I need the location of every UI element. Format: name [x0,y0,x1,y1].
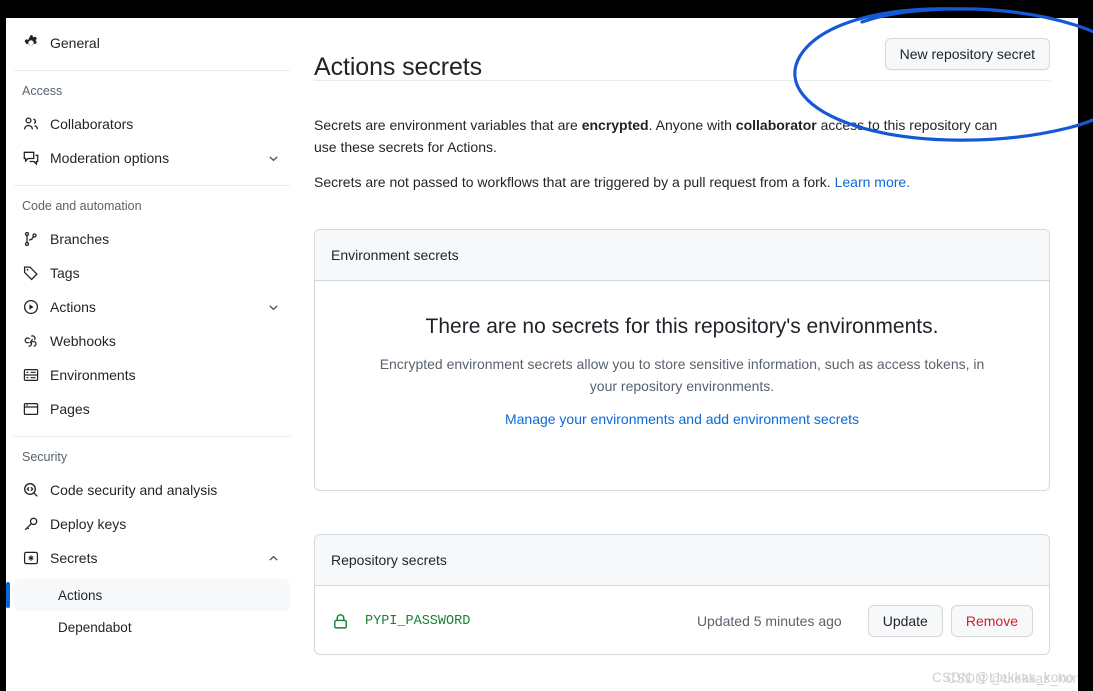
people-icon [22,116,39,133]
learn-more-link[interactable]: Learn more. [835,174,910,190]
update-secret-button[interactable]: Update [867,605,943,637]
lock-icon [331,612,349,630]
sidebar-subitem-label: Actions [58,587,103,603]
sidebar-item-general[interactable]: General [14,26,290,60]
sidebar-item-label: General [50,35,100,51]
comment-discussion-icon [22,150,39,167]
sidebar-item-pages[interactable]: Pages [14,392,290,426]
chevron-down-icon[interactable] [266,151,280,165]
chevron-down-icon[interactable] [266,300,280,314]
sidebar-item-moderation-options[interactable]: Moderation options [14,141,290,175]
watermark-text-back: CSDN @Liekkas_kono [946,671,1078,686]
sidebar-item-webhooks[interactable]: Webhooks [14,324,290,358]
sidebar-item-label: Environments [50,367,136,383]
remove-secret-button[interactable]: Remove [950,605,1033,637]
sidebar-group-title-access: Access [22,84,63,98]
page-canvas: General Access Collaborators Moderation … [6,18,1078,691]
sidebar-item-actions[interactable]: Actions [14,290,290,324]
intro-1-c: . Anyone with [648,117,736,133]
intro-1-encrypted: encrypted [581,117,649,133]
repository-secrets-card: Repository secrets PYPI_PASSWORD Updated… [314,534,1050,655]
repository-secrets-card-header: Repository secrets [315,535,1049,586]
watermark: CSDN @Liekkas_kono CSDN @Liekkas_kono [932,670,1078,686]
new-repository-secret-button[interactable]: New repository secret [884,38,1050,70]
sidebar-divider [14,185,290,186]
environment-secrets-blankslate: There are no secrets for this repository… [315,281,1049,459]
sidebar-item-label: Deploy keys [50,516,127,532]
environment-secrets-card-header: Environment secrets [315,230,1049,281]
table-row: PYPI_PASSWORD Updated 5 minutes ago Upda… [315,586,1049,654]
secret-name: PYPI_PASSWORD [365,613,471,629]
main-content: Actions secrets New repository secret Se… [314,18,1050,691]
blankslate-title: There are no secrets for this repository… [425,315,939,338]
intro-paragraph-2: Secrets are not passed to workflows that… [314,171,1050,193]
sidebar-subitem-label: Dependabot [58,619,132,635]
sidebar-item-secrets[interactable]: Secrets [14,541,290,575]
sidebar-group-title-code-and-automation: Code and automation [22,199,142,213]
sidebar-item-label: Tags [50,265,80,281]
intro-1-collaborator: collaborator [735,117,817,133]
secret-updated-timestamp: Updated 5 minutes ago [696,613,842,629]
sidebar-subitem-actions[interactable]: Actions [6,579,290,611]
asterisk-box-icon [22,550,39,567]
sidebar-item-label: Code security and analysis [50,482,218,498]
intro-2-a: Secrets are not passed to workflows that… [314,174,835,190]
sidebar-item-label: Secrets [50,550,98,566]
codescan-icon [22,482,39,499]
sidebar-item-label: Webhooks [50,333,116,349]
sidebar-item-branches[interactable]: Branches [14,222,290,256]
sidebar-item-collaborators[interactable]: Collaborators [14,107,290,141]
manage-environments-link[interactable]: Manage your environments and add environ… [505,411,859,427]
sidebar-divider [14,436,290,437]
settings-sidebar: General Access Collaborators Moderation … [6,18,298,691]
gear-icon [22,35,39,52]
sidebar-subitem-dependabot[interactable]: Dependabot [14,611,290,643]
play-icon [22,299,39,316]
intro-1-a: Secrets are environment variables that a… [314,117,582,133]
intro-paragraph-1: Secrets are environment variables that a… [314,114,1020,158]
sidebar-item-label: Branches [50,231,110,247]
key-icon [22,516,39,533]
sidebar-item-label: Actions [50,299,96,315]
blankslate-description: Encrypted environment secrets allow you … [379,356,985,394]
page-title: Actions secrets [314,52,483,81]
page-header: Actions secrets New repository secret [314,18,1050,81]
sidebar-item-environments[interactable]: Environments [14,358,290,392]
environment-secrets-card: Environment secrets There are no secrets… [314,229,1050,491]
sidebar-item-code-security-and-analysis[interactable]: Code security and analysis [14,473,290,507]
sidebar-item-label: Pages [50,401,90,417]
sidebar-item-label: Collaborators [50,116,134,132]
git-branch-icon [22,231,39,248]
sidebar-divider [14,70,290,71]
sidebar-item-tags[interactable]: Tags [14,256,290,290]
chevron-up-icon[interactable] [266,551,280,565]
sidebar-group-title-security: Security [22,450,68,464]
browser-icon [22,401,39,418]
webhook-icon [22,333,39,350]
tag-icon [22,265,39,282]
sidebar-item-deploy-keys[interactable]: Deploy keys [14,507,290,541]
sidebar-item-label: Moderation options [50,150,170,166]
server-icon [22,367,39,384]
